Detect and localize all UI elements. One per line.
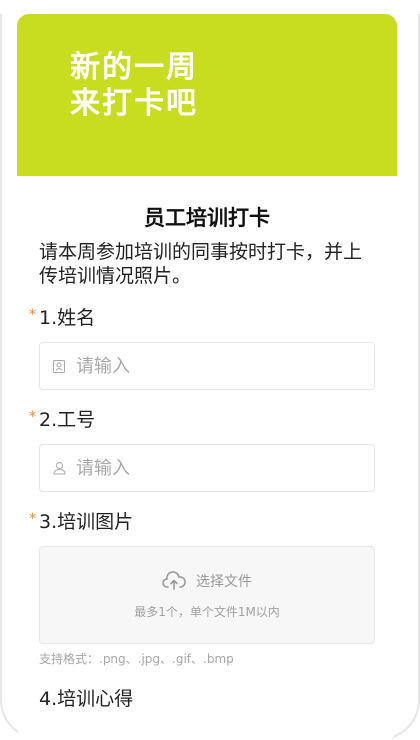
question-label: 3.培训图片 xyxy=(39,511,134,533)
form-description: 请本周参加培训的同事按时打卡，并上传培训情况照片。 xyxy=(39,241,363,287)
form-card: 新的一周 来打卡吧 员工培训打卡 请本周参加培训的同事按时打卡，并上传培训情况照… xyxy=(17,14,397,740)
required-mark: * xyxy=(29,409,36,425)
question-employee-id: * 2.工号 xyxy=(29,408,375,492)
banner-text: 新的一周 来打卡吧 xyxy=(70,50,198,122)
employee-id-field[interactable] xyxy=(39,444,375,492)
cloud-upload-icon xyxy=(162,570,186,590)
header-banner: 新的一周 来打卡吧 xyxy=(17,14,397,176)
form-content: 员工培训打卡 请本周参加培训的同事按时打卡，并上传培训情况照片。 * 1.姓名 xyxy=(17,176,397,711)
question-name: * 1.姓名 xyxy=(29,306,375,390)
name-input[interactable] xyxy=(76,355,336,377)
question-label: 2.工号 xyxy=(39,409,96,431)
upload-label: 选择文件 xyxy=(196,573,252,590)
choose-file-button[interactable]: 选择文件 xyxy=(162,570,252,591)
question-training-notes: 4.培训心得 xyxy=(39,687,375,711)
question-label: 1.姓名 xyxy=(39,307,96,329)
id-card-icon xyxy=(52,359,66,373)
banner-line-2: 来打卡吧 xyxy=(70,86,198,121)
person-icon xyxy=(52,461,66,475)
required-mark: * xyxy=(29,307,36,323)
banner-line-1: 新的一周 xyxy=(70,50,198,85)
upload-hint: 最多1个，单个文件1M以内 xyxy=(134,604,280,619)
form-title: 员工培训打卡 xyxy=(144,206,270,230)
supported-formats: 支持格式：.png、.jpg、.gif、.bmp xyxy=(39,652,234,666)
name-field[interactable] xyxy=(39,342,375,390)
question-training-image: * 3.培训图片 选择文件 最多1个，单个文件1M以内 支持格式：.png、.j… xyxy=(29,510,375,667)
question-label: 4.培训心得 xyxy=(39,688,134,710)
required-mark: * xyxy=(29,511,36,527)
file-upload-area[interactable]: 选择文件 最多1个，单个文件1M以内 xyxy=(39,546,375,644)
employee-id-input[interactable] xyxy=(76,457,336,479)
